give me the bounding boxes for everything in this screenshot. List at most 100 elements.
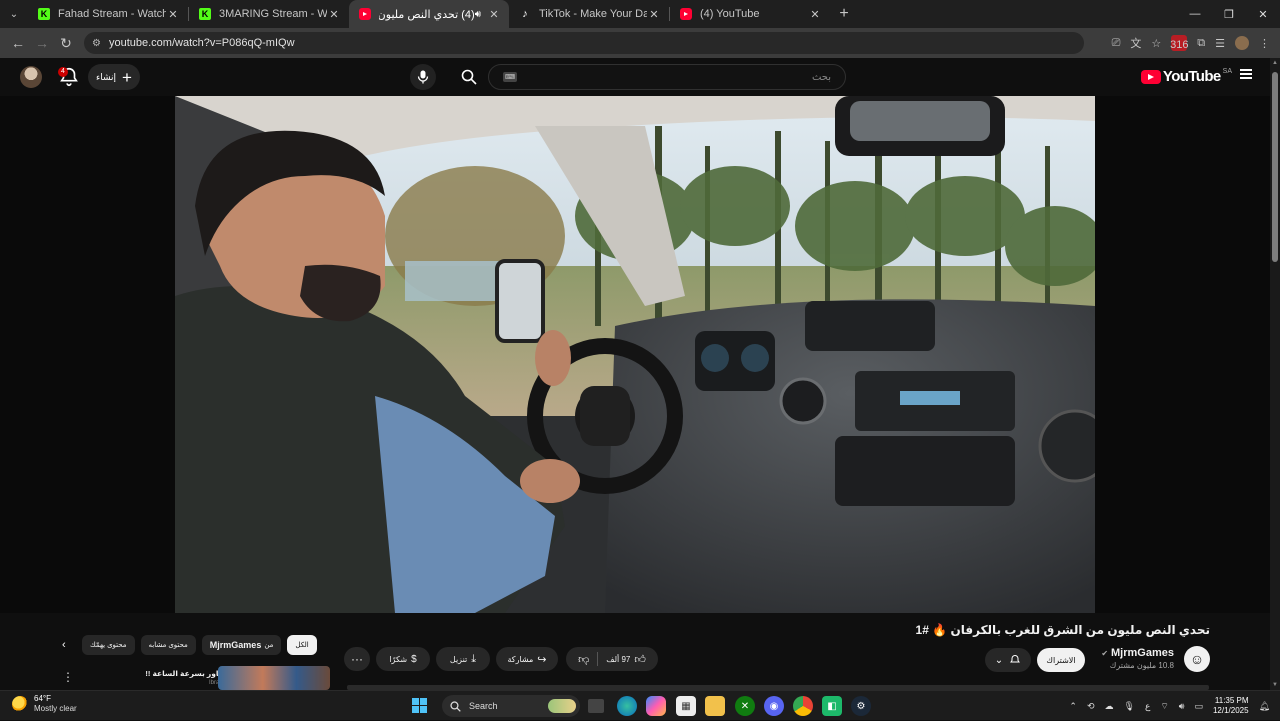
site-info-icon[interactable]: ⚙ [92,38,101,49]
browser-tab-strip: ⌄ K Fahad Stream - Watch Live on K ✕ K 3… [0,0,1280,28]
close-window-icon[interactable]: ✕ [1246,0,1280,28]
windows-start-icon[interactable] [412,698,427,713]
forward-icon[interactable]: → [30,31,54,55]
onedrive-cloud-icon[interactable]: ☁ [1105,701,1114,712]
youtube-wordmark: YouTube [1162,68,1221,85]
channel-name-row[interactable]: ✔ MjrmGames [1101,647,1174,659]
more-actions-button[interactable]: ··· [344,647,370,671]
notification-settings-button[interactable]: ⌄ [985,648,1031,672]
translate-icon[interactable]: 文 [1130,35,1141,51]
search-placeholder: بحث [811,71,831,83]
close-tab-icon[interactable]: ✕ [487,8,501,21]
network-sync-icon[interactable]: ⟲ [1087,701,1095,712]
system-tray: ⌃ ⟲ ☁ 🎙︎ ع ⌔ 🔊︎ ▭ 11:35 PM 12/1/2025 🔔︎ [1069,691,1280,721]
browser-tab-tiktok[interactable]: ♪ TikTok - Make Your Day ✕ [509,0,669,28]
search-button[interactable] [454,64,484,90]
chip-all[interactable]: الكل [287,635,317,655]
extensions-puzzle-icon[interactable]: ⧉ [1197,37,1205,50]
browser-tab-youtube-video[interactable]: (4) تحدي النص مليون من الشر 🔊︎ ✕ [349,0,509,28]
chevron-left-icon[interactable]: ‹ [62,639,76,651]
minimize-icon[interactable]: — [1178,0,1212,28]
close-tab-icon[interactable]: ✕ [327,8,341,21]
scroll-up-icon[interactable]: ▲ [1272,60,1278,66]
scrollbar-thumb[interactable] [1272,72,1278,262]
chip-from-channel[interactable]: MjrmGames من [201,635,282,655]
search-icon [461,69,477,85]
cast-icon[interactable]: ⎚ [1112,37,1121,50]
weather-widget[interactable]: 64°F Mostly clear [12,694,77,714]
tab-title: TikTok - Make Your Day [539,8,647,20]
subscribe-button[interactable]: الاشتراك [1037,648,1085,672]
discord-icon[interactable]: ◉ [764,696,784,716]
profile-avatar[interactable] [1235,36,1249,50]
copilot-icon[interactable] [646,696,666,716]
thanks-button[interactable]: شكرًا $ [376,647,430,671]
share-arrow-icon: ↪ [537,653,547,666]
xbox-icon[interactable]: ✕ [735,696,755,716]
app-green-icon[interactable]: ◧ [822,696,842,716]
close-tab-icon[interactable]: ✕ [166,8,180,21]
wifi-icon[interactable]: ⌔ [1160,701,1168,712]
voice-search-button[interactable] [410,64,436,90]
keyboard-icon[interactable]: ⌨ [503,72,518,82]
volume-icon[interactable]: 🔊︎ [1179,701,1185,712]
close-tab-icon[interactable]: ✕ [647,8,661,21]
chip-for-you[interactable]: محتوى يهمّك [82,635,135,655]
edge-browser-icon[interactable] [617,696,637,716]
page-scrollbar[interactable]: ▲ ▼ [1270,58,1280,690]
browser-tab-kick-3maring[interactable]: K 3MARING Stream - Watch Live o ✕ [189,0,349,28]
youtube-logo[interactable]: YouTube SA [1140,68,1232,85]
more-vertical-icon[interactable]: ⋮ [62,670,74,684]
kick-icon: K [199,8,211,20]
microphone-tray-icon[interactable]: 🎙︎ [1124,701,1135,712]
chrome-menu-icon[interactable]: ⋮ [1259,37,1270,50]
recommended-video-item[interactable]: ⋮ داهمت اعضاء باور بسرعة الساعة !! Ibrah… [62,666,332,690]
tab-search-chevron-icon[interactable]: ⌄ [0,0,28,28]
address-bar[interactable]: ⚙ youtube.com/watch?v=P086qQ-mIQw [84,32,1084,54]
steam-icon[interactable]: ⚙ [851,696,871,716]
scroll-down-icon[interactable]: ▼ [1272,682,1278,688]
new-tab-button[interactable]: + [830,5,858,23]
close-tab-icon[interactable]: ✕ [808,8,822,21]
file-explorer-icon[interactable] [705,696,725,716]
chip-channel-name: MjrmGames [209,640,262,650]
video-player[interactable] [175,96,1095,613]
tab-title: (4) YouTube [700,8,760,20]
share-button[interactable]: مشاركة ↪ [496,647,558,671]
channel-avatar[interactable]: ☺ [1184,646,1210,672]
bookmark-star-icon[interactable]: ☆ [1151,37,1161,50]
create-button[interactable]: إنشاء + [88,64,140,90]
tiktok-icon: ♪ [522,8,528,20]
back-icon[interactable]: ← [6,31,30,55]
task-view-icon[interactable] [588,699,604,713]
reading-list-icon[interactable]: ☰ [1215,37,1225,50]
recommended-video-thumbnail[interactable] [218,666,330,690]
youtube-play-logo-icon [1140,69,1161,84]
browser-tab-youtube-home[interactable]: (4) YouTube ✕ [670,0,830,28]
chrome-icon[interactable] [793,696,813,716]
chip-related[interactable]: محتوى مشابه [140,635,196,655]
account-avatar[interactable] [20,66,42,88]
more-horizontal-icon: ··· [351,652,363,666]
taskbar-search[interactable]: Search [442,695,580,717]
input-language[interactable]: ع [1145,701,1150,712]
country-code: SA [1222,68,1232,75]
notification-center-icon[interactable]: 🔔︎ [1259,701,1270,712]
hamburger-menu-icon[interactable] [1240,69,1252,79]
chevron-up-icon[interactable]: ⌃ [1069,701,1077,712]
search-input[interactable]: بحث ⌨ [488,64,846,90]
restore-icon[interactable]: ❐ [1212,0,1246,28]
kick-icon: K [38,8,50,20]
reload-icon[interactable]: ↻ [54,31,78,55]
extension-badge-icon[interactable]: 316 [1170,35,1188,51]
like-icon[interactable]: 👍︎ [634,653,646,666]
browser-tab-kick-fahad[interactable]: K Fahad Stream - Watch Live on K ✕ [28,0,188,28]
download-button[interactable]: تنزيل ⤓ [436,647,490,671]
tab-title: Fahad Stream - Watch Live on K [58,8,166,20]
battery-icon[interactable]: ▭ [1194,701,1203,712]
speaker-icon[interactable]: 🔊︎ [475,9,481,20]
dislike-icon[interactable]: 👎︎ [578,653,589,666]
plus-icon: + [122,67,132,87]
microsoft-store-icon[interactable]: ▦ [676,696,696,716]
clock[interactable]: 11:35 PM 12/1/2025 [1213,696,1249,716]
